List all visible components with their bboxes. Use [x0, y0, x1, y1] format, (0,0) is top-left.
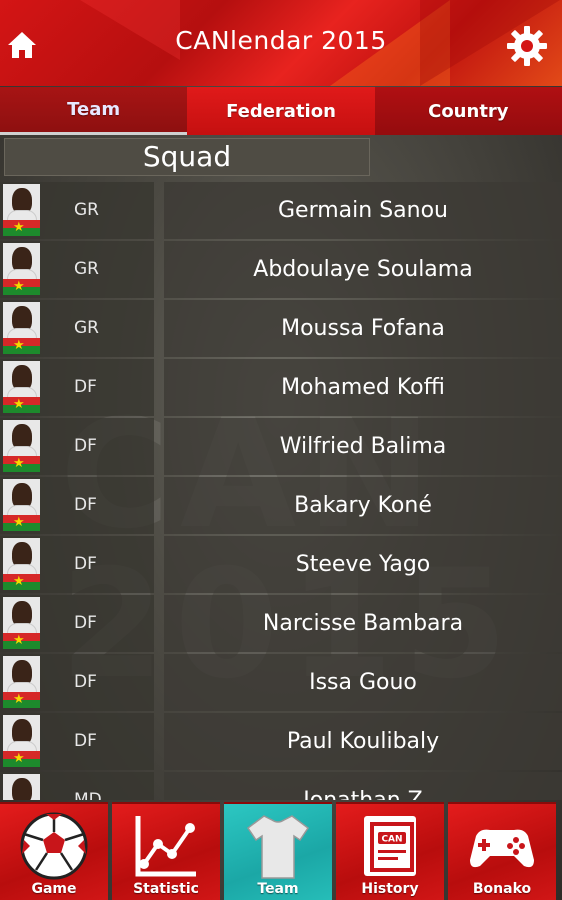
nav-label: Game: [31, 881, 77, 897]
nav-label: Statistic: [133, 881, 199, 897]
player-name: Narcisse Bambara: [164, 595, 562, 652]
player-name: Wilfried Balima: [164, 418, 562, 475]
player-position: GR: [74, 318, 99, 338]
player-position: GR: [74, 200, 99, 220]
list-item[interactable]: ★ GR Abdoulaye Soulama: [0, 241, 562, 298]
player-name: Paul Koulibaly: [164, 713, 562, 770]
bottom-nav: Game Statistic Team CAN History Bonako: [0, 802, 562, 900]
star-icon: ★: [13, 751, 25, 766]
player-position: DF: [74, 672, 97, 692]
star-icon: ★: [13, 456, 25, 471]
tab-team[interactable]: Team: [0, 87, 188, 135]
player-name: Bakary Koné: [164, 477, 562, 534]
nav-statistic-button[interactable]: Statistic: [112, 802, 220, 900]
nav-label: Team: [257, 881, 299, 897]
player-name: Steeve Yago: [164, 536, 562, 593]
tab-country[interactable]: Country: [374, 87, 562, 135]
player-name: Germain Sanou: [164, 182, 562, 239]
player-name: Moussa Fofana: [164, 300, 562, 357]
section-title: Squad: [4, 138, 370, 176]
player-position: DF: [74, 377, 97, 397]
player-position: GR: [74, 259, 99, 279]
nav-history-button[interactable]: CAN History: [336, 802, 444, 900]
player-position: DF: [74, 554, 97, 574]
player-photo: ★: [3, 184, 40, 236]
squad-list[interactable]: ★ GR Germain Sanou ★ GR Abdoulaye Soulama …: [0, 180, 562, 800]
player-photo: ★: [3, 479, 40, 531]
tab-federation[interactable]: Federation: [187, 87, 375, 135]
gear-icon: [507, 26, 547, 66]
star-icon: ★: [13, 220, 25, 235]
star-icon: ★: [13, 397, 25, 412]
player-photo: ★: [3, 597, 40, 649]
list-item[interactable]: ★ DF Narcisse Bambara: [0, 595, 562, 652]
svg-text:CAN: CAN: [381, 835, 402, 845]
list-item[interactable]: ★ DF Issa Gouo: [0, 654, 562, 711]
player-position: DF: [74, 613, 97, 633]
star-icon: ★: [13, 692, 25, 707]
list-item[interactable]: ★ DF Steeve Yago: [0, 536, 562, 593]
jersey-icon: [246, 815, 310, 879]
star-icon: ★: [13, 574, 25, 589]
line-chart-icon: [135, 816, 196, 877]
player-position: DF: [74, 495, 97, 515]
nav-label: History: [361, 881, 419, 897]
star-icon: ★: [13, 515, 25, 530]
nav-label: Bonako: [472, 881, 532, 897]
can-book-icon: CAN: [364, 816, 416, 876]
list-item[interactable]: ★ DF Paul Koulibaly: [0, 713, 562, 770]
settings-button[interactable]: [506, 25, 548, 67]
player-photo: ★: [3, 538, 40, 590]
list-item[interactable]: ★ DF Bakary Koné: [0, 477, 562, 534]
gamepad-icon: [470, 829, 534, 868]
star-icon: ★: [13, 633, 25, 648]
player-photo: ★: [3, 420, 40, 472]
player-name: Abdoulaye Soulama: [164, 241, 562, 298]
star-icon: ★: [13, 338, 25, 353]
player-name: Issa Gouo: [164, 654, 562, 711]
player-photo: ★: [3, 361, 40, 413]
soccer-ball-icon: [20, 812, 88, 880]
player-photo: ★: [3, 774, 40, 800]
nav-bonako-button[interactable]: Bonako: [448, 802, 556, 900]
player-name: Mohamed Koffi: [164, 359, 562, 416]
star-icon: ★: [13, 279, 25, 294]
player-name: Jonathan Z: [164, 772, 562, 800]
player-position: DF: [74, 731, 97, 751]
nav-game-button[interactable]: Game: [0, 802, 108, 900]
player-position: MD: [74, 790, 102, 800]
app-title: CANlendar 2015: [175, 26, 387, 55]
player-position: DF: [74, 436, 97, 456]
list-item[interactable]: ★ GR Germain Sanou: [0, 182, 562, 239]
app-header: CANlendar 2015: [0, 0, 562, 86]
list-item[interactable]: ★ GR Moussa Fofana: [0, 300, 562, 357]
list-item[interactable]: ★ MD Jonathan Z: [0, 772, 562, 800]
nav-team-button[interactable]: Team: [224, 802, 332, 900]
list-item[interactable]: ★ DF Mohamed Koffi: [0, 359, 562, 416]
tab-bar: Team Federation Country: [0, 87, 562, 135]
player-photo: ★: [3, 715, 40, 767]
player-photo: ★: [3, 302, 40, 354]
player-photo: ★: [3, 656, 40, 708]
player-photo: ★: [3, 243, 40, 295]
list-item[interactable]: ★ DF Wilfried Balima: [0, 418, 562, 475]
